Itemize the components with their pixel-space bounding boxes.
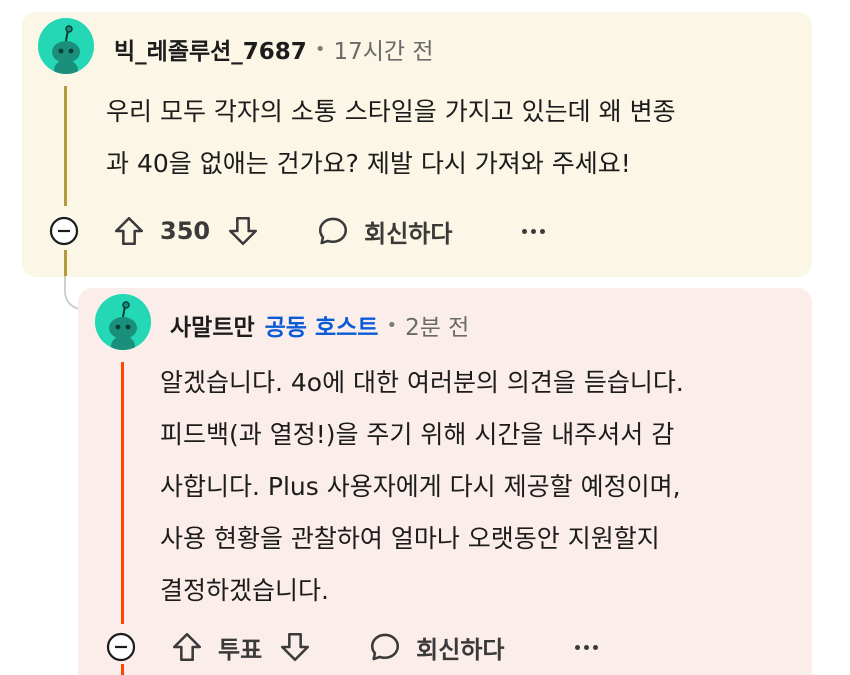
comment-text-line: 사합니다. Plus 사용자에게 다시 제공할 예정이며, [160,472,681,501]
collapse-minus-icon[interactable] [49,216,79,246]
reply-bubble-icon [371,633,400,661]
comment-body: 알겠습니다. 4o에 대한 여러분의 의견을 듣습니다. 피드백(과 열정!)을… [160,357,800,617]
comment-actions: 투표 회신하다 [170,624,600,670]
more-dots-icon[interactable] [520,228,547,234]
username[interactable]: 빅_레졸루션_7687 [114,32,307,66]
downvote-arrow-icon [229,216,258,246]
comment-text-line: 과 40을 없애는 건가요? 제발 다시 가져와 주세요! [106,149,631,178]
avatar[interactable] [38,18,94,74]
comment-body: 우리 모두 각자의 소통 스타일을 가지고 있는데 왜 변종 과 40을 없애는… [106,86,806,190]
reply-button[interactable]: 회신하다 [316,214,452,249]
downvote-arrow-icon [281,632,310,662]
upvote-arrow-icon [114,216,144,246]
timestamp[interactable]: 2분 전 [405,308,469,342]
separator-dot: • [386,314,398,336]
downvote-button[interactable] [278,630,312,664]
vote-count: 350 [160,217,211,245]
comment-text-line: 피드백(과 열정!)을 주기 위해 시간을 내주셔서 감 [160,420,675,449]
vote-label: 투표 [218,635,263,664]
reply-bubble-icon [319,217,348,245]
avatar-snoo-icon [95,294,151,350]
downvote-button[interactable] [226,214,260,248]
upvote-button[interactable] [112,214,146,248]
reply-button[interactable]: 회신하다 [368,630,505,665]
thread-line[interactable] [64,86,67,206]
reply-label: 회신하다 [416,635,505,664]
collapse-minus-icon[interactable] [106,632,136,662]
reply-label: 회신하다 [364,219,453,248]
cohost-badge: 공동 호스트 [264,315,379,341]
upvote-arrow-icon [172,632,202,662]
thread-line[interactable] [64,250,67,276]
separator-dot: • [314,38,326,60]
username[interactable]: 사말트만 [170,308,255,342]
comment-text-line: 사용 현황을 관찰하여 얼마나 오랫동안 지원할지 [160,524,660,553]
thread-line[interactable] [121,362,124,624]
thread-line[interactable] [121,664,124,675]
comment-header: 빅_레졸루션_7687 • 17시간 전 [114,32,434,66]
more-dots-icon[interactable] [573,644,600,650]
upvote-button[interactable] [170,630,204,664]
avatar-snoo-icon [38,18,94,74]
comment-thread: 빅_레졸루션_7687 • 17시간 전 우리 모두 각자의 소통 스타일을 가… [0,0,850,675]
comment-text-line: 결정하겠습니다. [160,576,329,605]
comment-header: 사말트만 공동 호스트 • 2분 전 [170,308,469,342]
comment-text-line: 알겠습니다. 4o에 대한 여러분의 의견을 듣습니다. [160,368,684,397]
avatar[interactable] [95,294,151,350]
timestamp[interactable]: 17시간 전 [333,32,433,66]
comment-text-line: 우리 모두 각자의 소통 스타일을 가지고 있는데 왜 변종 [106,97,676,126]
comment-actions: 350 회신하다 [112,208,547,254]
